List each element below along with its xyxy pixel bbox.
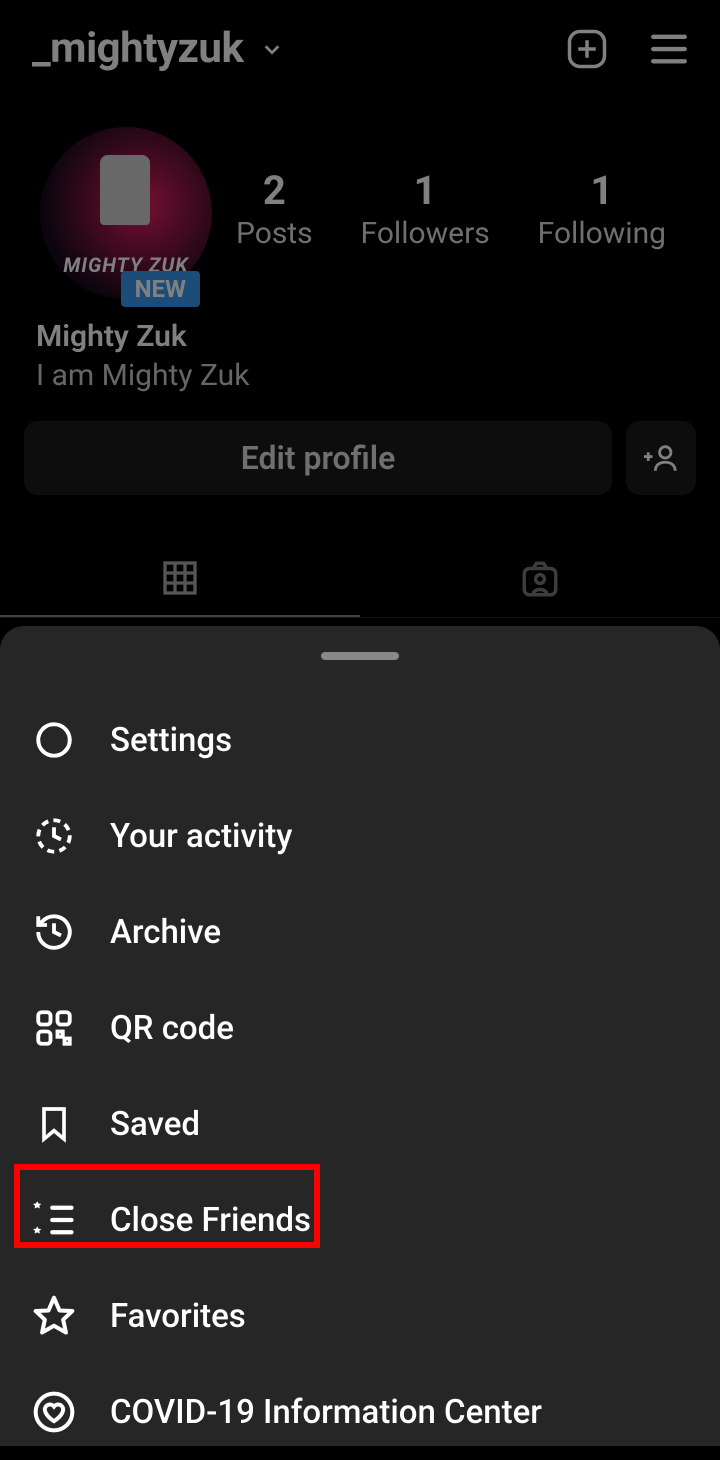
- menu-covid-label: COVID-19 Information Center: [110, 1393, 542, 1432]
- new-badge: NEW: [121, 271, 200, 307]
- bio-text: I am Mighty Zuk: [36, 358, 684, 393]
- menu-settings[interactable]: Settings: [0, 692, 720, 788]
- stat-following[interactable]: 1 Following: [538, 167, 666, 251]
- following-label: Following: [538, 216, 666, 251]
- grid-tab[interactable]: [0, 541, 360, 617]
- star-icon: [32, 1294, 76, 1338]
- menu-favorites-label: Favorites: [110, 1297, 246, 1336]
- username-label[interactable]: _mightyzuk: [32, 24, 243, 73]
- bookmark-icon: [32, 1102, 76, 1146]
- highlight-box: [14, 1164, 320, 1248]
- display-name: Mighty Zuk: [36, 319, 684, 354]
- followers-label: Followers: [361, 216, 490, 251]
- hamburger-menu-icon[interactable]: [648, 28, 690, 70]
- menu-settings-label: Settings: [110, 721, 232, 760]
- menu-saved-label: Saved: [110, 1105, 200, 1144]
- add-user-icon: [644, 441, 678, 475]
- grid-icon: [160, 558, 200, 598]
- heart-circle-icon: [32, 1390, 76, 1434]
- settings-icon: [32, 718, 76, 762]
- avatar[interactable]: MIGHTY ZUK NEW: [40, 127, 212, 299]
- following-count: 1: [538, 167, 666, 214]
- menu-qr[interactable]: QR code: [0, 980, 720, 1076]
- sheet-handle[interactable]: [321, 652, 399, 660]
- profile-header: _mightyzuk: [0, 0, 720, 97]
- menu-activity[interactable]: Your activity: [0, 788, 720, 884]
- chevron-down-icon[interactable]: [261, 38, 283, 60]
- posts-count: 2: [236, 167, 313, 214]
- menu-archive[interactable]: Archive: [0, 884, 720, 980]
- menu-qr-label: QR code: [110, 1009, 234, 1048]
- menu-activity-label: Your activity: [110, 817, 292, 856]
- tagged-icon: [519, 558, 561, 600]
- tagged-tab[interactable]: [360, 541, 720, 617]
- edit-profile-button[interactable]: Edit profile: [24, 421, 612, 495]
- discover-people-button[interactable]: [626, 421, 696, 495]
- menu-favorites[interactable]: Favorites: [0, 1268, 720, 1364]
- posts-label: Posts: [236, 216, 313, 251]
- menu-archive-label: Archive: [110, 913, 221, 952]
- create-icon[interactable]: [566, 28, 608, 70]
- menu-saved[interactable]: Saved: [0, 1076, 720, 1172]
- qr-icon: [32, 1006, 76, 1050]
- menu-bottom-sheet: Settings Your activity Archive QR code S…: [0, 626, 720, 1446]
- activity-icon: [32, 814, 76, 858]
- followers-count: 1: [361, 167, 490, 214]
- stat-posts[interactable]: 2 Posts: [236, 167, 313, 251]
- archive-icon: [32, 910, 76, 954]
- stat-followers[interactable]: 1 Followers: [361, 167, 490, 251]
